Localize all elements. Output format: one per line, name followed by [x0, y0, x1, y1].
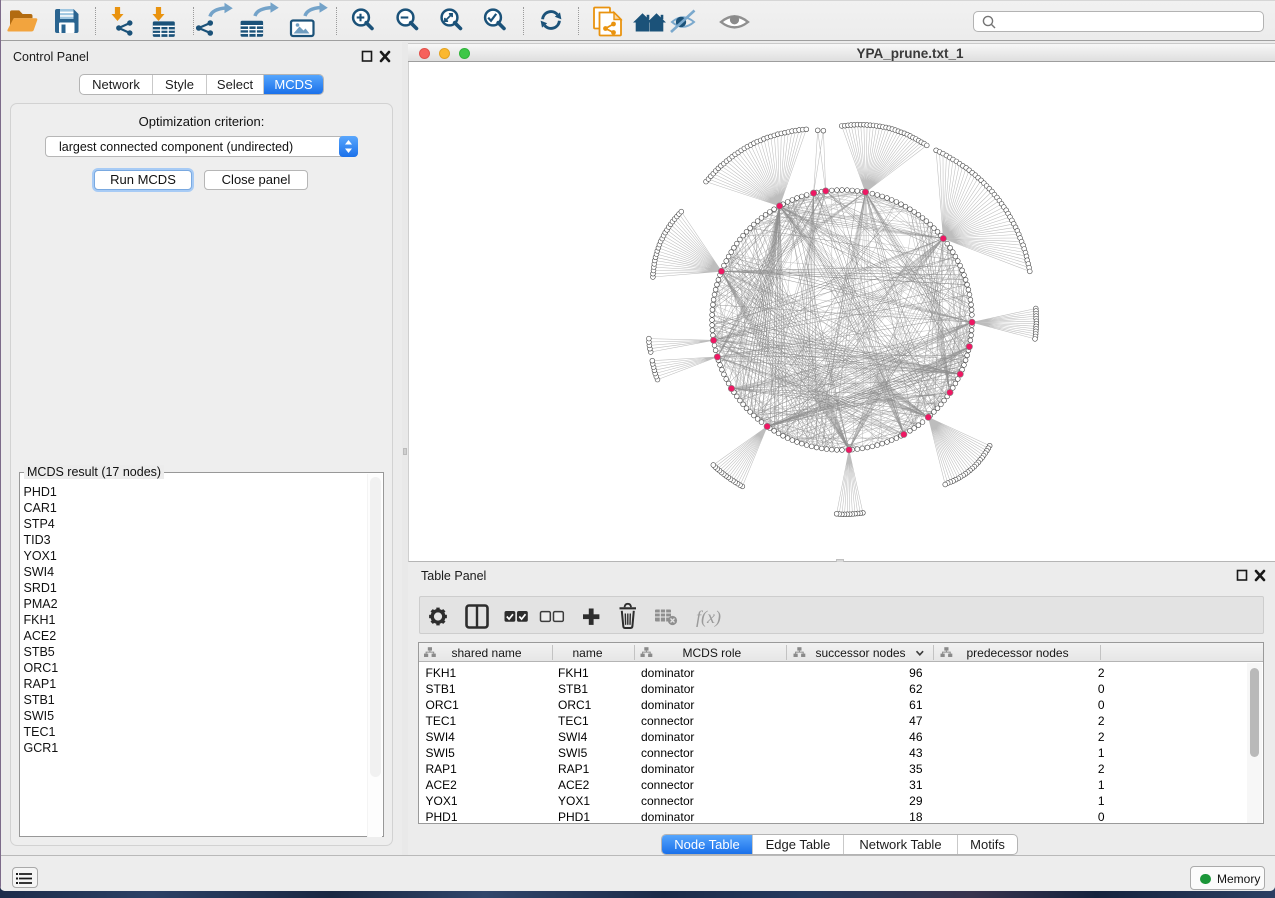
- svg-text:f(x): f(x): [696, 607, 721, 628]
